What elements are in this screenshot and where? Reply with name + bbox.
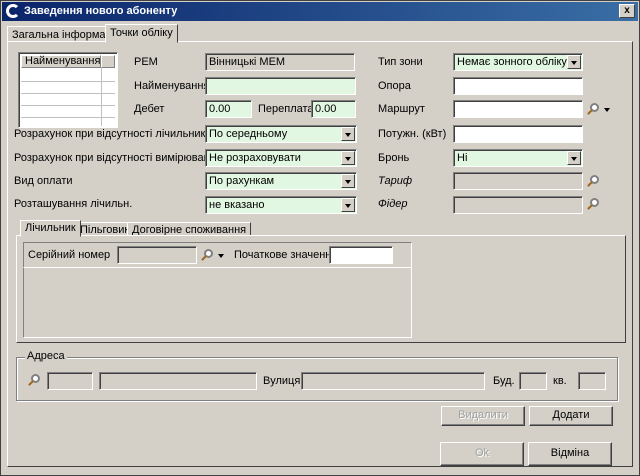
power-label: Потужн. (кВт) <box>378 128 447 140</box>
title-bar[interactable]: Заведення нового абоненту x <box>2 2 638 21</box>
street-label: Вулиця <box>263 375 301 387</box>
tab-accounting-points[interactable]: Точки обліку <box>105 24 178 43</box>
power-field[interactable] <box>453 125 583 143</box>
no-measure-calc-select[interactable]: Не розраховувати <box>205 149 357 167</box>
route-search-icon[interactable] <box>586 103 600 117</box>
feeder-label: Фідер <box>378 198 408 210</box>
serial-number-label: Серійний номер <box>28 249 111 261</box>
initial-value-field[interactable] <box>329 246 393 264</box>
overpay-field[interactable]: 0.00 <box>311 100 356 118</box>
name-field[interactable] <box>205 77 356 95</box>
zone-type-value: Немає зонного обліку <box>457 56 567 68</box>
no-measure-calc-label: Розрахунок при відсутності вимірювань <box>14 152 216 164</box>
add-button[interactable]: Додати <box>529 406 613 426</box>
zone-type-label: Тип зони <box>378 56 423 68</box>
debet-label: Дебет <box>134 103 165 115</box>
reserve-value: Ні <box>457 152 468 164</box>
meter-location-value: не вказано <box>209 199 265 211</box>
apartment-field <box>578 372 606 390</box>
tariff-label: Тариф <box>378 175 413 187</box>
serial-dropdown-icon[interactable] <box>218 254 224 258</box>
meter-details-area <box>23 268 412 338</box>
no-measure-calc-value: Не розраховувати <box>209 152 301 164</box>
chevron-down-icon[interactable] <box>341 174 355 188</box>
zone-type-select[interactable]: Немає зонного обліку <box>453 53 583 71</box>
address-locality-field <box>99 372 257 390</box>
reserve-select[interactable]: Ні <box>453 149 583 167</box>
building-label: Буд. <box>493 375 515 387</box>
payment-type-select[interactable]: По рахункам <box>205 172 357 190</box>
meter-panel: Серійний номер Початкове значення <box>16 235 626 343</box>
accounting-points-panel: Найменування РЕМ Вінницькі МЕМ Найменува… <box>7 41 633 467</box>
apartment-label: кв. <box>553 375 567 387</box>
grid-row-line <box>21 117 115 118</box>
address-search-icon[interactable] <box>27 374 41 388</box>
no-meter-calc-select[interactable]: По середньому <box>205 125 357 143</box>
feeder-field <box>453 196 583 214</box>
window-title: Заведення нового абоненту <box>24 5 178 17</box>
grid-header-name[interactable]: Найменування <box>21 55 101 68</box>
overpay-label: Переплата <box>258 103 314 115</box>
chevron-down-icon[interactable] <box>341 198 355 212</box>
delete-button[interactable]: Видалити <box>441 406 525 426</box>
route-dropdown-icon[interactable] <box>604 108 610 112</box>
grid-row-line <box>21 93 115 94</box>
close-button[interactable]: x <box>619 4 635 18</box>
payment-type-value: По рахункам <box>209 175 275 187</box>
address-code-field <box>47 372 93 390</box>
tab-meter[interactable]: Лічильник <box>20 220 81 237</box>
chevron-down-icon[interactable] <box>341 127 355 141</box>
support-label: Опора <box>378 80 411 92</box>
chevron-down-icon[interactable] <box>567 151 581 165</box>
grid-row-line <box>21 105 115 106</box>
initial-value-label: Початкове значення <box>234 249 338 261</box>
ok-button[interactable]: Ok <box>440 442 524 466</box>
tariff-search-icon[interactable] <box>586 175 600 189</box>
grid-row-line <box>21 81 115 82</box>
name-label: Найменування <box>134 80 210 92</box>
building-field <box>519 372 547 390</box>
route-label: Маршрут <box>378 103 425 115</box>
address-legend: Адреса <box>25 350 67 362</box>
no-meter-calc-value: По середньому <box>209 128 288 140</box>
payment-type-label: Вид оплати <box>14 175 73 187</box>
reserve-label: Бронь <box>378 152 410 164</box>
dialog-window: Заведення нового абоненту x Загальна інф… <box>0 0 640 476</box>
rem-field: Вінницькі МЕМ <box>205 53 355 71</box>
debet-field[interactable]: 0.00 <box>205 100 252 118</box>
rem-label: РЕМ <box>134 56 158 68</box>
support-field[interactable] <box>453 77 583 95</box>
serial-search-icon[interactable] <box>200 249 214 263</box>
street-field <box>301 372 485 390</box>
app-logo-icon <box>6 4 20 18</box>
feeder-search-icon[interactable] <box>586 198 600 212</box>
cancel-button[interactable]: Відміна <box>528 442 612 466</box>
chevron-down-icon[interactable] <box>567 55 581 69</box>
serial-number-field <box>117 246 197 264</box>
tariff-field <box>453 172 583 190</box>
no-meter-calc-label: Розрахунок при відсутності лічильника <box>14 128 212 140</box>
chevron-down-icon[interactable] <box>341 151 355 165</box>
points-grid[interactable]: Найменування <box>18 52 118 128</box>
meter-location-select[interactable]: не вказано <box>205 196 357 214</box>
meter-row: Серійний номер Початкове значення <box>23 242 412 268</box>
address-group: Адреса Вулиця Буд. кв. <box>16 350 618 401</box>
meter-location-label: Розташування лічильн. <box>14 198 133 210</box>
route-field[interactable] <box>453 100 583 118</box>
grid-header-extra <box>101 55 115 68</box>
